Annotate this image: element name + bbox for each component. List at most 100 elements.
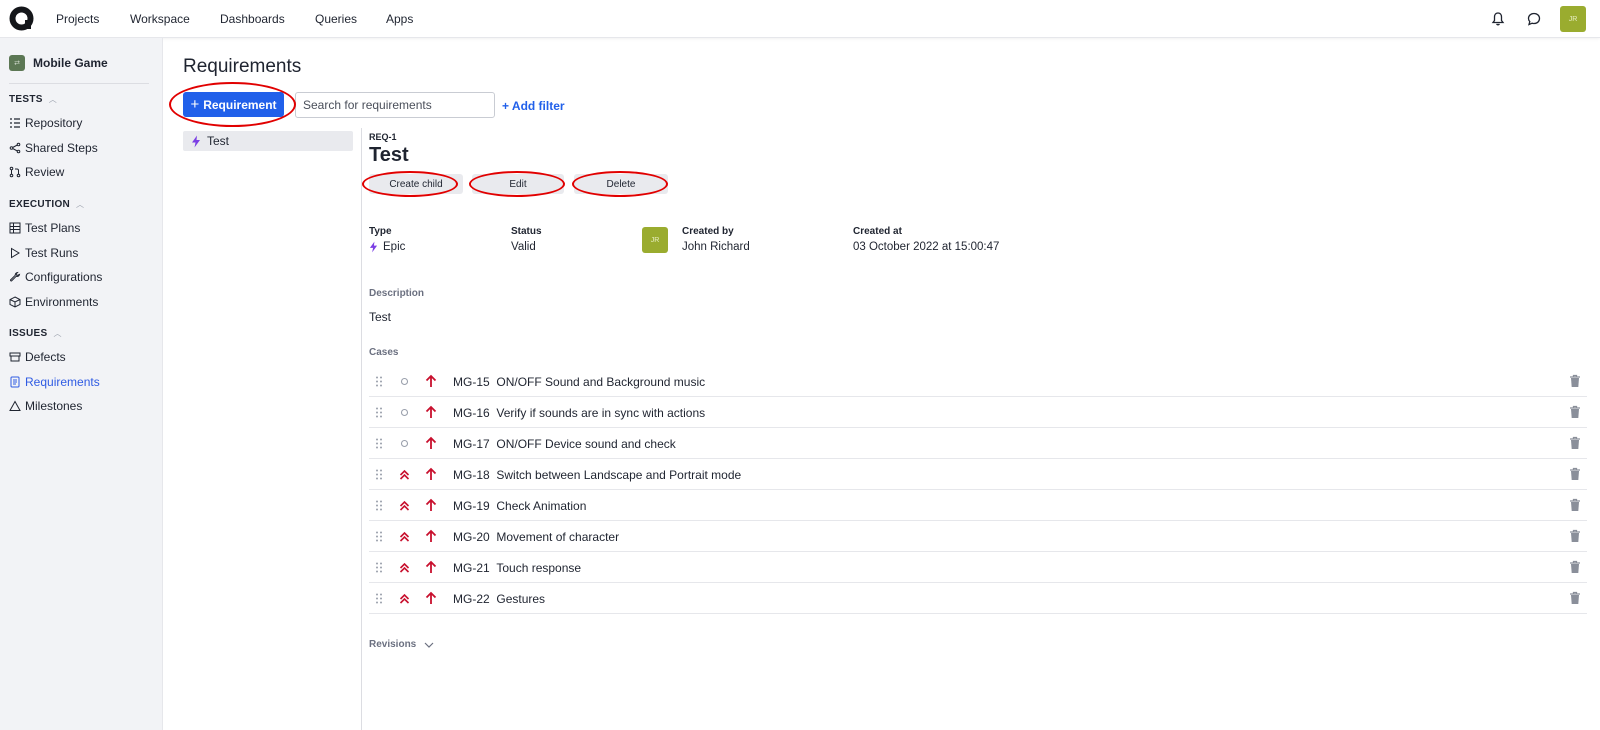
drag-handle-icon[interactable] (375, 562, 383, 573)
status-label: Status (511, 226, 542, 237)
case-id-title[interactable]: MG-15 ON/OFF Sound and Background music (453, 375, 705, 389)
case-row[interactable]: MG-16 Verify if sounds are in sync with … (369, 397, 1587, 428)
chat-icon[interactable] (1526, 11, 1542, 27)
sidebar-item-repository[interactable]: Repository (9, 116, 82, 130)
sidebar: ⇄ Mobile Game TESTS ︿ Repository Shared S… (0, 38, 163, 730)
section-execution-label: EXECUTION (9, 199, 71, 210)
nav-dashboards[interactable]: Dashboards (220, 12, 285, 26)
description-label: Description (369, 288, 425, 299)
app-logo-icon[interactable] (9, 6, 34, 31)
created-by-label: Created by (682, 226, 734, 237)
bell-icon[interactable] (1490, 11, 1506, 27)
section-issues[interactable]: ISSUES ︿ (9, 328, 62, 339)
case-id-title[interactable]: MG-22 Gestures (453, 592, 545, 606)
drag-handle-icon[interactable] (375, 376, 383, 387)
nav-workspace[interactable]: Workspace (130, 12, 190, 26)
drag-handle-icon[interactable] (375, 531, 383, 542)
sidebar-item-test-runs[interactable]: Test Runs (9, 246, 78, 260)
case-id: MG-19 (453, 499, 490, 513)
drag-handle-icon[interactable] (375, 593, 383, 604)
project-name: Mobile Game (33, 56, 108, 70)
sidebar-item-shared-steps[interactable]: Shared Steps (9, 141, 98, 155)
created-at-label: Created at (853, 226, 902, 237)
drag-handle-icon[interactable] (375, 438, 383, 449)
plus-icon: + (190, 96, 200, 113)
arrow-up-icon (425, 498, 437, 511)
sidebar-item-label: Milestones (25, 399, 83, 413)
sidebar-item-milestones[interactable]: Milestones (9, 399, 82, 413)
sidebar-item-defects[interactable]: Defects (9, 350, 66, 364)
requirement-title: Test (369, 144, 409, 166)
case-id-title[interactable]: MG-18 Switch between Landscape and Portr… (453, 468, 741, 482)
pull-request-icon (9, 166, 21, 178)
arrow-up-icon (425, 591, 437, 604)
edit-button[interactable]: Edit (472, 174, 564, 194)
add-filter-link[interactable]: + Add filter (502, 99, 565, 113)
case-row[interactable]: MG-22 Gestures (369, 583, 1587, 614)
type-value-text: Epic (383, 241, 406, 253)
circle-icon (400, 439, 409, 448)
case-row[interactable]: MG-19 Check Animation (369, 490, 1587, 521)
project-selector[interactable]: ⇄ Mobile Game (9, 55, 108, 71)
section-execution[interactable]: EXECUTION ︿ (9, 199, 84, 210)
drag-handle-icon[interactable] (375, 407, 383, 418)
sidebar-item-environments[interactable]: Environments (9, 295, 98, 309)
sidebar-item-review[interactable]: Review (9, 165, 64, 179)
trash-icon[interactable] (1569, 560, 1581, 574)
user-avatar[interactable]: JR (1560, 6, 1586, 32)
add-requirement-button[interactable]: + Requirement (183, 92, 284, 117)
case-id: MG-17 (453, 437, 490, 451)
section-tests-label: TESTS (9, 94, 43, 105)
double-chevron-up-icon (399, 562, 410, 573)
sidebar-item-label: Repository (25, 116, 83, 130)
nav-apps[interactable]: Apps (386, 12, 413, 26)
case-title: Switch between Landscape and Portrait mo… (496, 468, 742, 482)
trash-icon[interactable] (1569, 374, 1581, 388)
sidebar-item-label: Environments (25, 295, 99, 309)
case-row[interactable]: MG-18 Switch between Landscape and Portr… (369, 459, 1587, 490)
sidebar-item-requirements[interactable]: Requirements (9, 375, 100, 389)
case-id-title[interactable]: MG-17 ON/OFF Device sound and check (453, 437, 676, 451)
trash-icon[interactable] (1569, 405, 1581, 419)
case-row[interactable]: MG-21 Touch response (369, 552, 1587, 583)
case-row[interactable]: MG-15 ON/OFF Sound and Background music (369, 366, 1587, 397)
case-id: MG-15 (453, 375, 490, 389)
wrench-icon (9, 271, 21, 282)
arrow-up-icon (425, 405, 437, 418)
trash-icon[interactable] (1569, 529, 1581, 543)
trash-icon[interactable] (1569, 498, 1581, 512)
project-icon: ⇄ (9, 55, 25, 71)
sidebar-item-configurations[interactable]: Configurations (9, 270, 102, 284)
double-chevron-up-icon (399, 531, 410, 542)
drag-handle-icon[interactable] (375, 500, 383, 511)
case-title: ON/OFF Device sound and check (496, 437, 676, 451)
trash-icon[interactable] (1569, 436, 1581, 450)
sidebar-item-test-plans[interactable]: Test Plans (9, 221, 80, 235)
tree-item-test[interactable]: Test (183, 131, 353, 151)
case-row[interactable]: MG-20 Movement of character (369, 521, 1587, 552)
bolt-icon (192, 135, 200, 147)
search-input[interactable] (295, 92, 495, 118)
trash-icon[interactable] (1569, 591, 1581, 605)
create-child-button[interactable]: Create child (369, 174, 463, 194)
revisions-toggle[interactable]: Revisions (369, 639, 434, 650)
case-id-title[interactable]: MG-19 Check Animation (453, 499, 586, 513)
play-icon (11, 247, 20, 259)
drag-handle-icon[interactable] (375, 469, 383, 480)
chevron-up-icon: ︿ (53, 329, 62, 338)
add-requirement-label: Requirement (203, 97, 277, 112)
case-id-title[interactable]: MG-20 Movement of character (453, 530, 619, 544)
case-row[interactable]: MG-17 ON/OFF Device sound and check (369, 428, 1587, 459)
table-icon (9, 222, 21, 234)
share-nodes-icon (9, 142, 21, 154)
circle-icon (400, 377, 409, 386)
type-value: Epic (369, 241, 405, 253)
type-label: Type (369, 226, 392, 237)
case-id-title[interactable]: MG-21 Touch response (453, 561, 581, 575)
case-id-title[interactable]: MG-16 Verify if sounds are in sync with … (453, 406, 705, 420)
nav-projects[interactable]: Projects (56, 12, 99, 26)
trash-icon[interactable] (1569, 467, 1581, 481)
delete-button[interactable]: Delete (574, 174, 668, 194)
section-tests[interactable]: TESTS ︿ (9, 94, 57, 105)
nav-queries[interactable]: Queries (315, 12, 357, 26)
